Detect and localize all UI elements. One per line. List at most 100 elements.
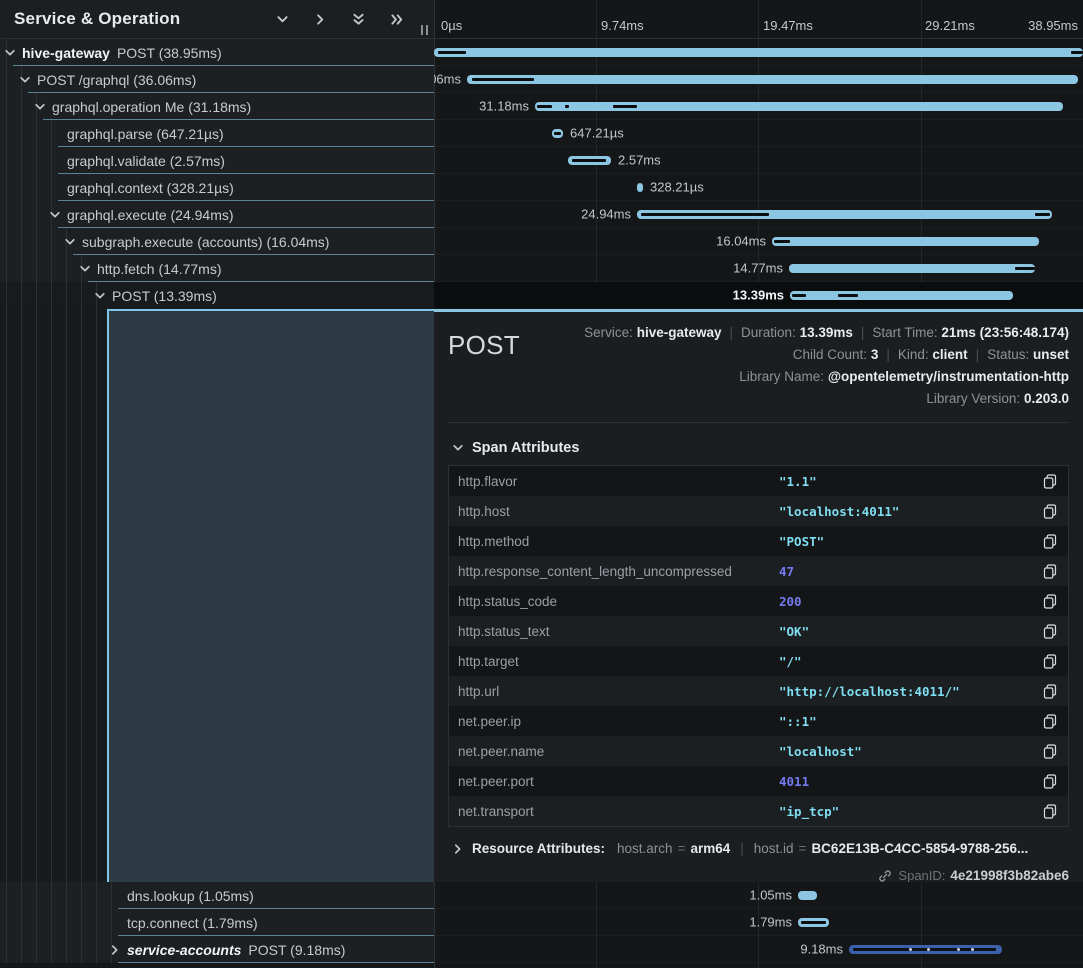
- span-row-graphql-validate[interactable]: graphql.validate (2.57ms)2.57ms: [0, 147, 1083, 174]
- copy-button[interactable]: [1041, 742, 1059, 761]
- copy-button[interactable]: [1041, 772, 1059, 791]
- duration-label: 16.04ms: [716, 234, 766, 249]
- copy-button[interactable]: [1041, 592, 1059, 611]
- expand-one-button[interactable]: [312, 8, 334, 30]
- span-name-label: POST /graphql (36.06ms): [37, 72, 196, 88]
- divider: |: [740, 841, 744, 856]
- span-name-label: graphql.context (328.21µs): [67, 180, 234, 196]
- expand-all-button[interactable]: [388, 8, 410, 30]
- span-row-graphql-parse[interactable]: graphql.parse (647.21µs)647.21µs: [0, 120, 1083, 147]
- span-attributes-header[interactable]: Span Attributes: [448, 440, 1069, 456]
- span-row-post-graphql[interactable]: POST /graphql (36.06ms) 36.06ms: [0, 66, 1083, 93]
- span-duration-bar[interactable]: [434, 48, 1083, 57]
- attribute-row: http.flavor"1.1": [449, 466, 1068, 496]
- span-duration-bar[interactable]: [467, 75, 1078, 84]
- span-name-label: POST (9.18ms): [248, 942, 345, 958]
- selected-span-region[interactable]: [107, 309, 434, 882]
- span-event-dot: [957, 948, 960, 951]
- copy-button[interactable]: [1041, 532, 1059, 551]
- copy-icon: [1043, 774, 1057, 789]
- span-row-dns-lookup[interactable]: dns.lookup (1.05ms)1.05ms: [0, 882, 1083, 909]
- copy-button[interactable]: [1041, 472, 1059, 491]
- copy-icon: [1043, 474, 1057, 489]
- copy-button[interactable]: [1041, 562, 1059, 581]
- span-row-http-fetch[interactable]: http.fetch (14.77ms)14.77ms: [0, 255, 1083, 282]
- span-name-label: hive-gateway: [22, 45, 110, 61]
- span-name-label: service-accounts: [127, 942, 241, 958]
- span-row-graphql-execute[interactable]: graphql.execute (24.94ms)24.94ms: [0, 201, 1083, 228]
- attribute-row: http.target"/": [449, 646, 1068, 676]
- duration-label: 1.05ms: [749, 888, 792, 903]
- duration-label: 647.21µs: [570, 126, 624, 141]
- collapse-all-button[interactable]: [350, 8, 372, 30]
- span-row-graphql-operation-me[interactable]: graphql.operation Me (31.18ms)31.18ms: [0, 93, 1083, 120]
- meta-label: Library Name:: [739, 369, 824, 384]
- span-duration-bar[interactable]: [535, 102, 1063, 111]
- resource-attributes-row[interactable]: Resource Attributes: host.arch=arm64|hos…: [448, 841, 1069, 856]
- attribute-value: "POST": [779, 534, 1032, 549]
- span-duration-bar[interactable]: [849, 945, 1002, 954]
- divider: [448, 422, 1069, 423]
- duration-label: 328.21µs: [650, 180, 704, 195]
- copy-icon: [1043, 564, 1057, 579]
- panel-resize-handle[interactable]: [421, 25, 428, 35]
- chevron-down-icon: [19, 74, 31, 86]
- span-duration-bar[interactable]: [637, 183, 643, 192]
- resource-value: arm64: [690, 841, 730, 856]
- chevron-down-icon: [4, 47, 16, 59]
- ruler-tick: 29.21ms: [925, 18, 975, 33]
- span-row-hive-gateway-post[interactable]: hive-gatewayPOST (38.95ms): [0, 39, 1083, 66]
- meta-divider: |: [861, 325, 865, 340]
- collapse-one-button[interactable]: [274, 8, 296, 30]
- copy-button[interactable]: [1041, 502, 1059, 521]
- timeline-ruler: 0µs 9.74ms 19.47ms 29.21ms 38.95ms: [434, 0, 1083, 38]
- span-duration-bar[interactable]: [790, 291, 1013, 300]
- span-detail-area: POST Service: hive-gateway|Duration: 13.…: [0, 309, 1083, 882]
- span-row-post-selected[interactable]: POST (13.39ms)13.39ms: [0, 282, 1083, 309]
- attribute-row: http.response_content_length_uncompresse…: [449, 556, 1068, 586]
- child-span-marker: [838, 294, 858, 297]
- span-duration-bar[interactable]: [568, 156, 611, 165]
- ruler-tick: 0µs: [441, 18, 462, 33]
- attribute-key: http.status_text: [449, 624, 779, 639]
- span-row-tcp-connect[interactable]: tcp.connect (1.79ms)1.79ms: [0, 909, 1083, 936]
- duration-label: 36.06ms: [434, 72, 461, 87]
- meta-value: 21ms (23:56:48.174): [941, 325, 1069, 340]
- chevron-right-icon: [452, 843, 464, 855]
- attribute-value: "1.1": [779, 474, 1032, 489]
- attribute-value: "/": [779, 654, 1032, 669]
- copy-button[interactable]: [1041, 652, 1059, 671]
- child-span-marker: [438, 51, 466, 54]
- attribute-key: http.host: [449, 504, 779, 519]
- resource-attributes-label: Resource Attributes:: [472, 841, 605, 856]
- chevron-right-icon: [109, 944, 121, 956]
- chevron-down-icon: [49, 209, 61, 221]
- ruler-tick: 19.47ms: [763, 18, 813, 33]
- span-duration-bar[interactable]: [772, 237, 1039, 246]
- span-row-service-accounts-post[interactable]: service-accountsPOST (9.18ms)9.18ms: [0, 936, 1083, 963]
- span-duration-bar[interactable]: [789, 264, 1035, 273]
- span-duration-bar[interactable]: [637, 210, 1052, 219]
- span-duration-bar[interactable]: [552, 129, 563, 138]
- copy-button[interactable]: [1041, 802, 1059, 821]
- span-duration-bar[interactable]: [798, 918, 829, 927]
- copy-button[interactable]: [1041, 712, 1059, 731]
- span-name-label: graphql.validate (2.57ms): [67, 153, 225, 169]
- span-event-dot: [927, 948, 930, 951]
- child-span-marker: [1015, 267, 1035, 270]
- trace-viewer: Service & Operation 0µs 9.74ms 19.47ms 2…: [0, 0, 1083, 968]
- chevron-down-icon: [34, 101, 46, 113]
- copy-icon: [1043, 504, 1057, 519]
- attribute-key: http.url: [449, 684, 779, 699]
- attribute-row: http.status_code200: [449, 586, 1068, 616]
- copy-button[interactable]: [1041, 682, 1059, 701]
- section-title: Span Attributes: [472, 440, 579, 456]
- span-row-graphql-context[interactable]: graphql.context (328.21µs) 328.21µs: [0, 174, 1083, 201]
- copy-button[interactable]: [1041, 622, 1059, 641]
- meta-divider: |: [886, 347, 890, 362]
- attribute-key: http.target: [449, 654, 779, 669]
- span-row-subgraph-execute-accounts[interactable]: subgraph.execute (accounts) (16.04ms)16.…: [0, 228, 1083, 255]
- link-icon[interactable]: [878, 869, 892, 883]
- child-span-marker: [613, 105, 637, 108]
- span-duration-bar[interactable]: [798, 891, 817, 900]
